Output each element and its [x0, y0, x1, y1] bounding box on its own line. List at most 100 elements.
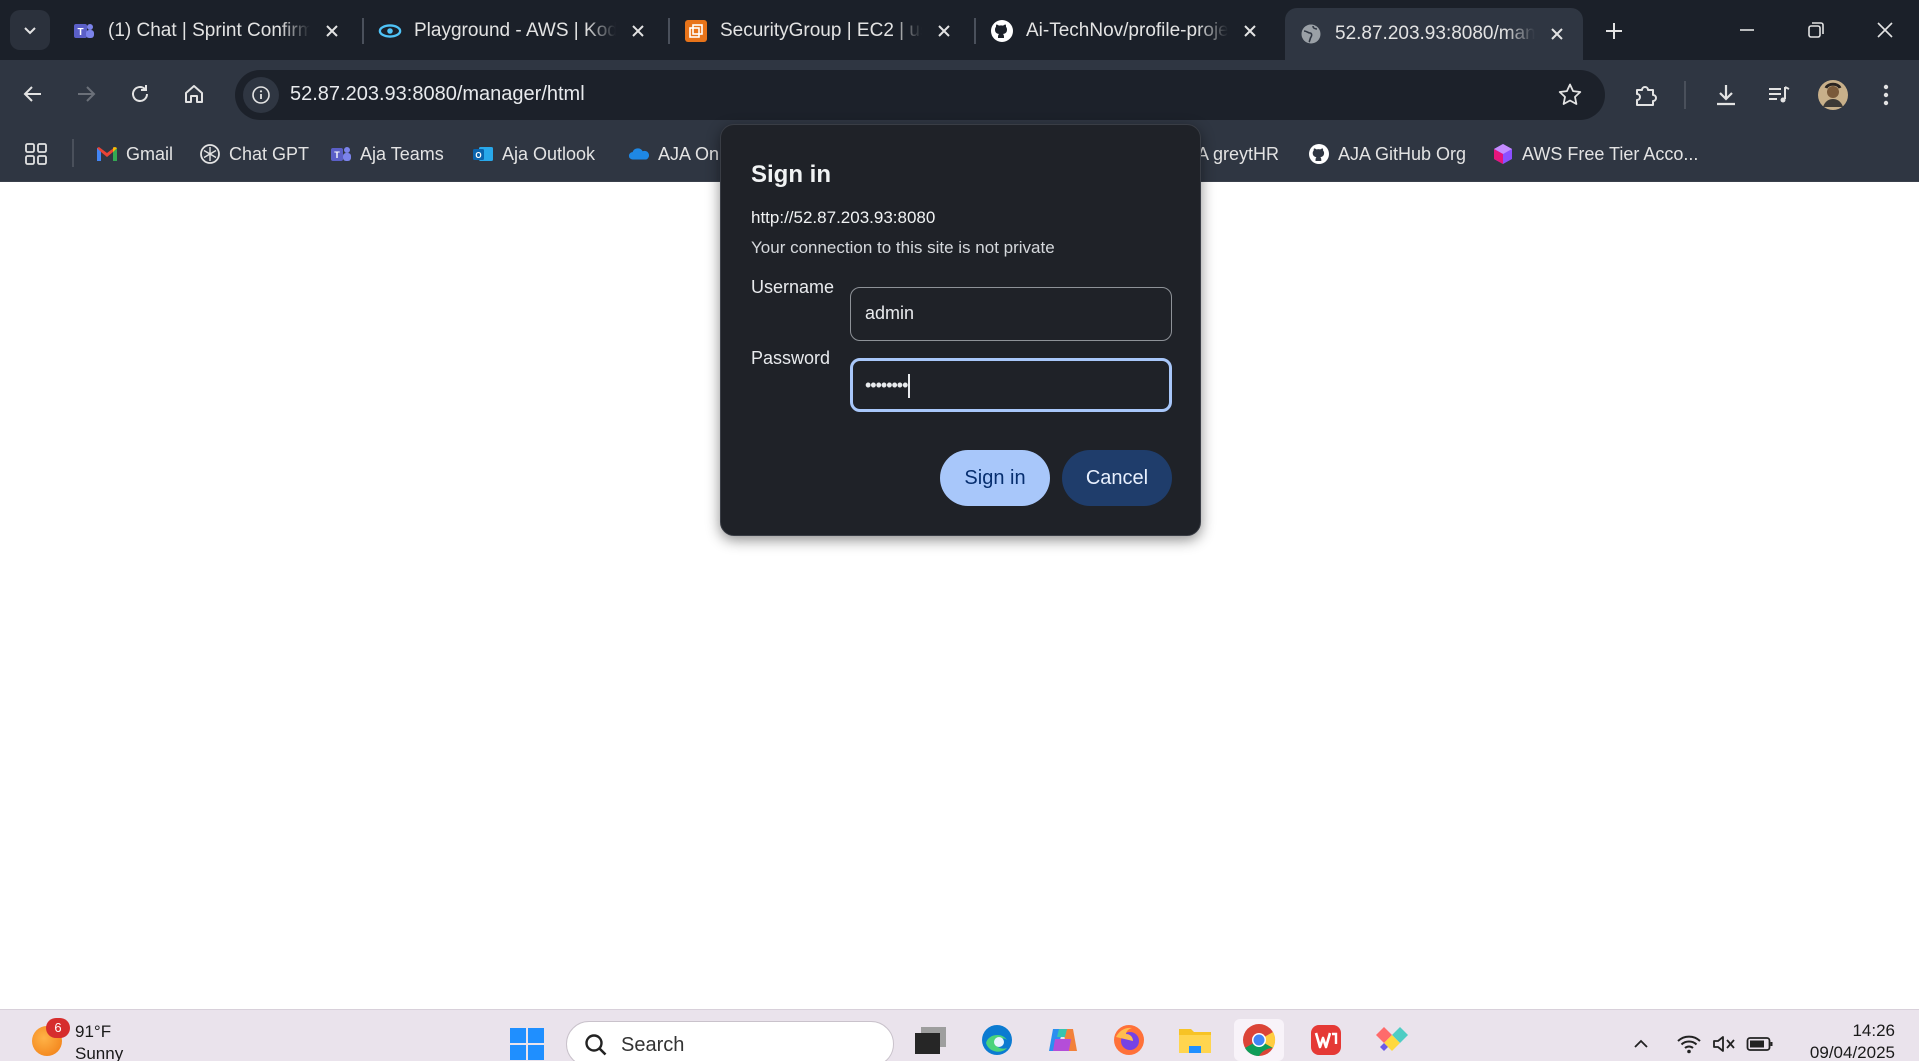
edge-icon	[982, 1025, 1012, 1055]
taskbar-search[interactable]: Search	[566, 1021, 894, 1061]
download-icon	[1717, 85, 1735, 106]
bookmark-aws-free-tier[interactable]: AWS Free Tier Acco...	[1492, 137, 1698, 171]
address-bar[interactable]: 52.87.203.93:8080/manager/html	[235, 70, 1605, 120]
media-control-button[interactable]	[1757, 73, 1801, 117]
star-icon[interactable]	[1557, 82, 1583, 108]
tab-aws-securitygroup[interactable]: SecurityGroup | EC2 | us-e	[670, 8, 970, 54]
tab-title: 52.87.203.93:8080/manag	[1335, 23, 1535, 44]
profile-button[interactable]	[1811, 73, 1855, 117]
bookmark-label: AJA On	[658, 143, 720, 164]
close-icon[interactable]	[626, 19, 650, 43]
tab-tomcat-manager[interactable]: 52.87.203.93:8080/manag	[1285, 8, 1583, 60]
bookmark-greythr[interactable]: A greytHR	[1197, 137, 1279, 171]
tab-title: SecurityGroup | EC2 | us-e	[720, 20, 922, 41]
http-auth-dialog: Sign in http://52.87.203.93:8080 Your co…	[720, 124, 1201, 536]
openai-icon	[199, 143, 221, 165]
bookmark-label: AWS Free Tier Acco...	[1522, 143, 1699, 164]
taskbar-app-pinned[interactable]	[1367, 1019, 1417, 1061]
close-icon[interactable]	[1545, 22, 1569, 46]
restore-button[interactable]	[1782, 0, 1850, 60]
downloads-button[interactable]	[1704, 73, 1748, 117]
close-icon[interactable]	[320, 19, 344, 43]
bookmark-aja-teams[interactable]: T Aja Teams	[330, 137, 444, 171]
password-label: Password	[751, 348, 831, 368]
menu-button[interactable]	[1864, 73, 1908, 117]
taskbar-app-edge[interactable]	[972, 1019, 1022, 1061]
taskbar-app-firefox[interactable]	[1104, 1019, 1154, 1061]
volume-status[interactable]	[1709, 1029, 1739, 1059]
weather-widget[interactable]: 6 91°F Sunny	[30, 1018, 140, 1061]
cancel-button[interactable]: Cancel	[1062, 450, 1172, 506]
search-placeholder: Search	[621, 1034, 685, 1056]
clock-date[interactable]: 09/04/2025	[1790, 1043, 1895, 1061]
svg-text:O: O	[475, 151, 481, 160]
bookmark-label: AJA GitHub Org	[1338, 143, 1467, 164]
extensions-button[interactable]	[1624, 73, 1668, 117]
password-input[interactable]: ••••••••	[850, 358, 1172, 412]
forward-button[interactable]	[66, 74, 106, 114]
bookmark-aja-github-org[interactable]: AJA GitHub Org	[1308, 137, 1466, 171]
teams-icon: T	[330, 143, 352, 165]
dialog-warning: Your connection to this site is not priv…	[751, 238, 1055, 257]
sign-in-button[interactable]: Sign in	[940, 450, 1050, 506]
taskbar-app-file-explorer[interactable]	[1170, 1019, 1220, 1061]
bookmark-chatgpt[interactable]: Chat GPT	[199, 137, 309, 171]
puzzle-icon	[1636, 86, 1657, 106]
site-info-button[interactable]	[243, 77, 279, 113]
chevron-down-icon	[24, 27, 36, 35]
github-icon	[1308, 143, 1330, 165]
show-hidden-icons-button[interactable]	[1626, 1029, 1656, 1059]
github-icon	[990, 19, 1014, 43]
close-window-button[interactable]	[1851, 0, 1919, 60]
bookmark-label: Aja Outlook	[502, 143, 596, 164]
bookmark-label: Aja Teams	[360, 143, 444, 164]
svg-text:T: T	[334, 150, 340, 160]
taskbar-app-wps-office[interactable]	[1301, 1019, 1351, 1061]
start-button[interactable]	[508, 1026, 546, 1061]
taskbar-app-chrome[interactable]	[1234, 1019, 1284, 1061]
close-icon[interactable]	[932, 19, 956, 43]
music-queue-icon	[1769, 86, 1790, 103]
bookmark-separator	[72, 139, 74, 167]
username-input[interactable]: admin	[850, 287, 1172, 341]
folder-icon	[1179, 1029, 1211, 1053]
bookmark-aja-outlook[interactable]: O Aja Outlook	[472, 137, 595, 171]
back-button[interactable]	[13, 74, 53, 114]
tab-title: (1) Chat | Sprint Confirma	[108, 20, 310, 41]
home-button[interactable]	[174, 74, 214, 114]
taskbar-app-terminal[interactable]	[905, 1019, 955, 1061]
avatar	[1818, 80, 1848, 110]
tab-title: Ai-TechNov/profile-proje	[1026, 20, 1228, 41]
chevron-up-icon	[1634, 1039, 1648, 1048]
apps-grid-icon	[25, 143, 47, 165]
minimize-button[interactable]	[1713, 0, 1781, 60]
username-value: admin	[865, 303, 915, 323]
password-value: ••••••••	[865, 375, 908, 395]
home-icon	[185, 85, 203, 103]
wifi-status[interactable]	[1674, 1029, 1704, 1059]
weather-condition: Sunny	[75, 1044, 124, 1061]
bookmark-label: A greytHR	[1197, 143, 1280, 164]
teams-icon: T	[72, 19, 96, 43]
outlook-icon: O	[472, 143, 494, 165]
new-tab-button[interactable]	[1597, 14, 1631, 48]
aws-ec2-icon	[684, 19, 708, 43]
apps-button[interactable]	[24, 137, 48, 171]
aws-cube-icon	[1492, 143, 1514, 165]
bookmark-aja-onedrive[interactable]: AJA On	[628, 137, 719, 171]
bookmark-gmail[interactable]: Gmail	[96, 137, 173, 171]
tab-github[interactable]: Ai-TechNov/profile-proje	[976, 8, 1276, 54]
clock-time[interactable]: 14:26	[1815, 1021, 1895, 1041]
tab-kodekloud[interactable]: Playground - AWS | Kode	[364, 8, 664, 54]
taskbar-app-copilot[interactable]	[1038, 1019, 1088, 1061]
tab-search-button[interactable]	[10, 10, 50, 50]
battery-status[interactable]	[1745, 1029, 1775, 1059]
reload-button[interactable]	[120, 74, 160, 114]
address-url[interactable]: 52.87.203.93:8080/manager/html	[290, 83, 585, 106]
kodekloud-icon	[378, 19, 402, 43]
close-icon[interactable]	[1238, 19, 1262, 43]
tab-title: Playground - AWS | Kode	[414, 20, 616, 41]
tab-teams-chat[interactable]: T (1) Chat | Sprint Confirma	[58, 8, 358, 54]
text-caret	[908, 374, 910, 399]
windows-logo-icon	[510, 1028, 544, 1060]
